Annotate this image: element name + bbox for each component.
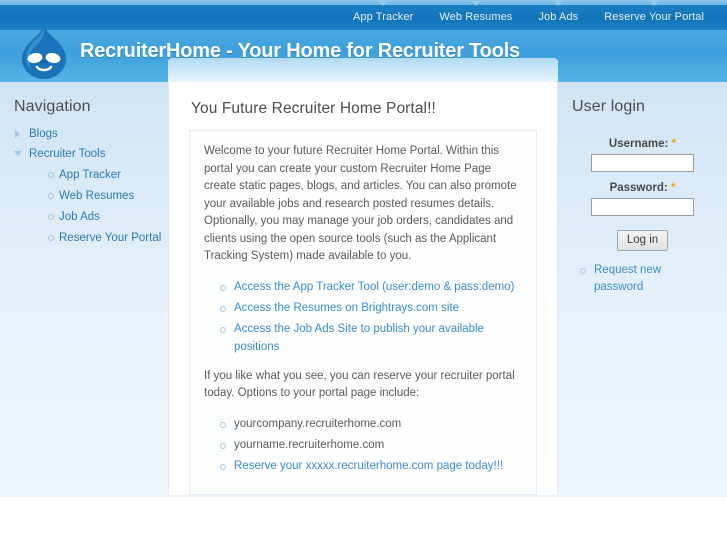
circle-bullet-icon xyxy=(48,172,54,178)
log-in-button[interactable]: Log in xyxy=(616,230,669,251)
page-root: App Tracker Web Resumes Job Ads Reserve … xyxy=(0,0,727,497)
list-item[interactable]: Request new password xyxy=(578,261,713,295)
drupal-droplet-icon[interactable] xyxy=(14,22,74,82)
page-below-fold xyxy=(0,497,727,545)
nav-item-label: Reserve Your Portal xyxy=(604,11,704,23)
primary-nav-list: App Tracker Web Resumes Job Ads Reserve … xyxy=(340,1,717,30)
circle-bullet-icon xyxy=(580,268,586,274)
sidebar-item-app-tracker[interactable]: App Tracker xyxy=(46,165,168,184)
required-marker: * xyxy=(670,182,676,194)
triangle-down-icon[interactable] xyxy=(14,151,22,156)
user-login-block-title: User login xyxy=(572,98,646,115)
primary-navigation-bar: App Tracker Web Resumes Job Ads Reserve … xyxy=(0,1,727,30)
columns-wrapper: Navigation Blogs Recruiter Tools App Tra… xyxy=(0,82,727,497)
circle-bullet-icon xyxy=(48,235,54,241)
nav-item-label: App Tracker xyxy=(352,11,414,23)
sidebar-item-label[interactable]: Job Ads xyxy=(59,211,100,223)
circle-bullet-icon xyxy=(48,214,54,220)
sidebar-item-recruiter-tools[interactable]: Recruiter Tools App Tracker Web Resumes xyxy=(14,144,168,247)
required-marker: * xyxy=(671,138,677,150)
circle-bullet-icon xyxy=(220,284,226,291)
list-item[interactable]: Access the Job Ads Site to publish your … xyxy=(218,320,522,356)
list-item[interactable]: Access the App Tracker Tool (user:demo &… xyxy=(218,278,522,296)
list-item: yourcompany.recruiterhome.com xyxy=(218,415,522,433)
link-app-tracker-tool[interactable]: Access the App Tracker Tool (user:demo &… xyxy=(234,281,514,293)
sidebar-item-web-resumes[interactable]: Web Resumes xyxy=(46,186,168,205)
circle-bullet-icon xyxy=(220,442,226,449)
sidebar-item-blogs[interactable]: Blogs xyxy=(14,124,168,143)
nav-item-label: Web Resumes xyxy=(439,11,513,23)
sidebar-item-label[interactable]: App Tracker xyxy=(59,169,121,181)
list-item[interactable]: Reserve your xxxxx.recruiterhome.com pag… xyxy=(218,457,522,475)
circle-bullet-icon xyxy=(220,421,226,428)
nav-item-job-ads[interactable]: Job Ads xyxy=(525,1,591,30)
triangle-right-icon[interactable] xyxy=(15,130,20,138)
sidebar-item-label[interactable]: Recruiter Tools xyxy=(29,148,106,160)
circle-bullet-icon xyxy=(220,463,226,470)
nav-item-web-resumes[interactable]: Web Resumes xyxy=(426,1,525,30)
nav-item-app-tracker[interactable]: App Tracker xyxy=(340,1,426,30)
left-sidebar: Navigation Blogs Recruiter Tools App Tra… xyxy=(0,82,168,497)
tool-links-list: Access the App Tracker Tool (user:demo &… xyxy=(204,278,522,356)
right-sidebar: User login Username: * Password: * Log i… xyxy=(558,82,727,497)
sidebar-item-label[interactable]: Web Resumes xyxy=(59,190,134,202)
caret-down-icon xyxy=(553,1,564,6)
navigation-block-title: Navigation xyxy=(14,98,91,115)
portal-option-company-domain: yourcompany.recruiterhome.com xyxy=(234,417,402,430)
circle-bullet-icon xyxy=(48,193,54,199)
reserve-paragraph: If you like what you see, you can reserv… xyxy=(204,369,515,400)
username-label-text: Username: xyxy=(608,138,669,150)
user-login-form: Username: * Password: * Log in Request n… xyxy=(558,124,727,295)
nav-item-reserve-your-portal[interactable]: Reserve Your Portal xyxy=(591,1,717,30)
caret-down-icon xyxy=(378,1,389,6)
password-input[interactable] xyxy=(591,198,694,216)
link-job-ads-site[interactable]: Access the Job Ads Site to publish your … xyxy=(234,323,484,353)
link-reserve-portal-page[interactable]: Reserve your xxxxx.recruiterhome.com pag… xyxy=(234,460,503,472)
caret-down-icon xyxy=(470,1,481,6)
sidebar-item-label[interactable]: Reserve Your Portal xyxy=(59,232,161,244)
caret-down-icon xyxy=(649,1,660,6)
circle-bullet-icon xyxy=(220,326,226,333)
username-label: Username: * xyxy=(572,138,713,150)
portal-options-list: yourcompany.recruiterhome.com yourname.r… xyxy=(204,415,522,475)
login-helper-links: Request new password xyxy=(572,261,713,295)
navigation-menu: Blogs Recruiter Tools App Tracker Web Re… xyxy=(0,124,168,247)
sidebar-item-job-ads[interactable]: Job Ads xyxy=(46,207,168,226)
request-new-password-link[interactable]: Request new password xyxy=(594,264,661,293)
node-content-box: Welcome to your future Recruiter Home Po… xyxy=(189,130,537,495)
password-label-text: Password: xyxy=(609,182,668,194)
sidebar-item-label[interactable]: Blogs xyxy=(29,128,58,140)
list-item[interactable]: Access the Resumes on Brightrays.com sit… xyxy=(218,299,522,317)
link-resumes-brightrays[interactable]: Access the Resumes on Brightrays.com sit… xyxy=(234,302,459,314)
nav-item-label: Job Ads xyxy=(538,11,579,23)
password-label: Password: * xyxy=(572,182,713,194)
circle-bullet-icon xyxy=(220,305,226,312)
sidebar-item-reserve-your-portal[interactable]: Reserve Your Portal xyxy=(46,228,168,247)
navigation-submenu: App Tracker Web Resumes Job Ads Reserve … xyxy=(29,165,168,247)
main-content-column: You Future Recruiter Home Portal!! Welco… xyxy=(168,82,558,495)
intro-paragraph: Welcome to your future Recruiter Home Po… xyxy=(204,145,517,262)
list-item: yourname.recruiterhome.com xyxy=(218,436,522,454)
username-input[interactable] xyxy=(591,154,694,172)
page-title: You Future Recruiter Home Portal!! xyxy=(191,100,436,117)
portal-option-name-domain: yourname.recruiterhome.com xyxy=(234,438,385,451)
